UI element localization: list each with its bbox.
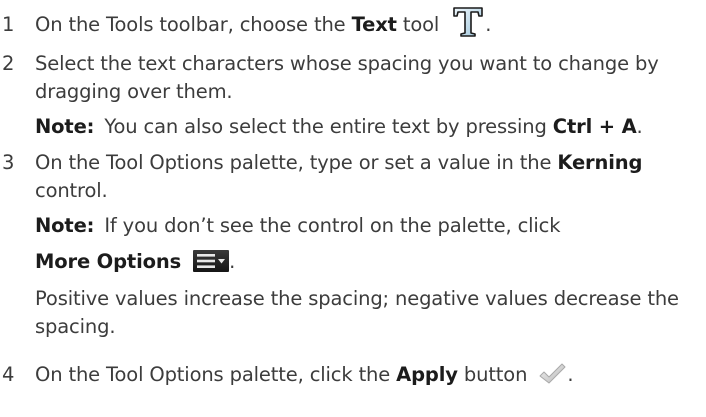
- more-options-label: More Options: [35, 250, 182, 273]
- step-2-note: Note: You can also select the entire text…: [35, 115, 643, 139]
- step-3-line-1: On the Tool Options palette, type or set…: [35, 151, 642, 175]
- step-4-post: button: [457, 363, 528, 386]
- note-label: Note:: [35, 115, 95, 138]
- step-3-pre: On the Tool Options palette, type or set…: [35, 151, 558, 174]
- step-4-bold: Apply: [396, 363, 458, 386]
- step-3-bold: Kerning: [557, 151, 643, 174]
- step-3-line-2: control.: [35, 179, 108, 202]
- step-1-post: tool: [396, 13, 440, 36]
- note-label: Note:: [35, 214, 95, 237]
- step-number-4: 4: [2, 363, 15, 386]
- step-number-3: 3: [2, 151, 15, 174]
- step-1-tail: .: [485, 13, 492, 36]
- more-options-icon: [193, 249, 230, 272]
- step-1-pre: On the Tools toolbar, choose the: [35, 13, 352, 36]
- step-2-note-text: You can also select the entire text by p…: [104, 115, 553, 138]
- step-3-para-line-2: spacing.: [35, 315, 116, 338]
- step-3-note-text: If you don’t see the control on the pale…: [104, 214, 561, 237]
- keyboard-shortcut: Ctrl + A: [552, 115, 637, 138]
- help-document: 1 On the Tools toolbar, choose the Text …: [0, 0, 706, 417]
- step-4-tail: .: [567, 363, 574, 386]
- step-number-2: 2: [2, 52, 15, 75]
- step-1-bold: Text: [351, 13, 397, 36]
- step-3-note: Note: If you don’t see the control on the…: [35, 214, 561, 238]
- step-1-text: On the Tools toolbar, choose the Text to…: [35, 6, 492, 38]
- step-2-line-1: Select the text characters whose spacing…: [35, 52, 659, 75]
- step-4-text: On the Tool Options palette, click the A…: [35, 362, 574, 387]
- more-options-line: More Options .: [35, 249, 236, 274]
- apply-checkmark-icon: [537, 362, 567, 386]
- step-2-line-2: dragging over them.: [35, 80, 233, 103]
- more-options-tail: .: [229, 250, 236, 273]
- step-number-1: 1: [2, 13, 15, 36]
- step-2-note-tail: .: [636, 115, 643, 138]
- text-tool-icon: [451, 6, 485, 38]
- step-4-pre: On the Tool Options palette, click the: [35, 363, 397, 386]
- step-3-para-line-1: Positive values increase the spacing; ne…: [35, 287, 679, 310]
